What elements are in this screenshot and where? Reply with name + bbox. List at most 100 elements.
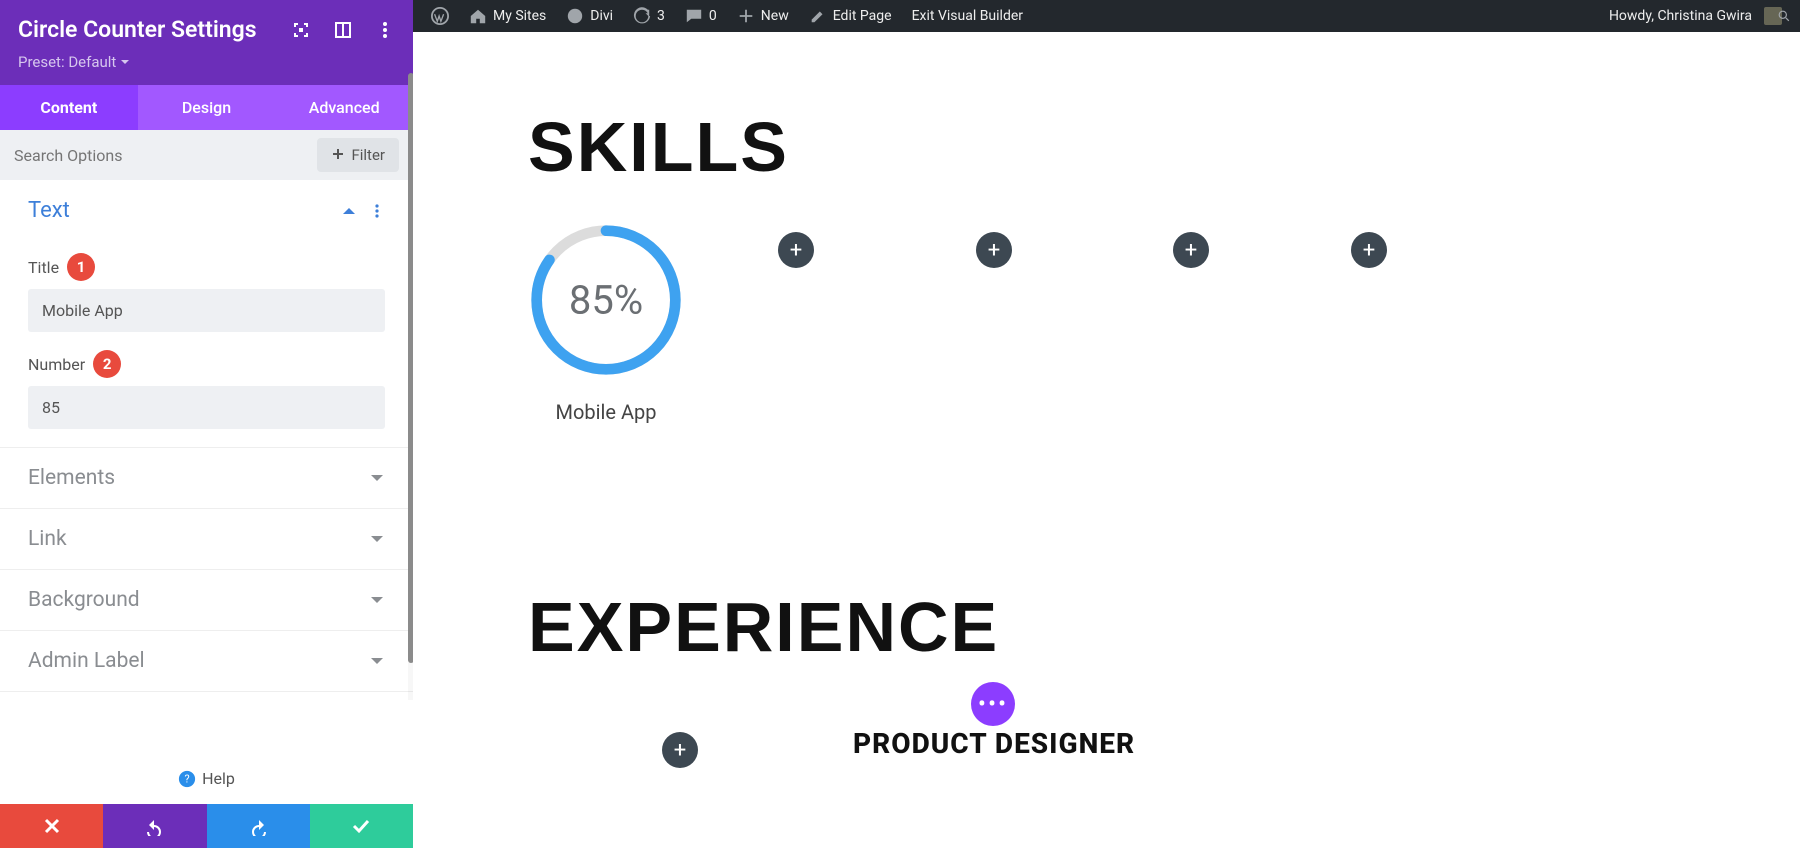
group-header-background[interactable]: Background	[0, 570, 413, 630]
my-sites-label: My Sites	[493, 8, 546, 24]
howdy-label: Howdy, Christina Gwira	[1609, 8, 1752, 24]
circle-counter-label: Mobile App	[521, 400, 691, 424]
add-module-button[interactable]: +	[1351, 232, 1387, 268]
filter-label: Filter	[351, 146, 385, 164]
undo-button[interactable]	[103, 804, 206, 848]
group-link: Link	[0, 509, 413, 570]
filter-button[interactable]: Filter	[317, 138, 399, 172]
tab-content[interactable]: Content	[0, 85, 138, 130]
add-module-button[interactable]: +	[976, 232, 1012, 268]
heading-product-designer: PRODUCT DESIGNER	[853, 727, 1135, 760]
chevron-up-icon	[341, 203, 357, 219]
edit-page-label: Edit Page	[833, 8, 892, 24]
wp-logo[interactable]	[421, 0, 459, 32]
title-input[interactable]	[28, 289, 385, 332]
circle-counter-module[interactable]: 85% Mobile App	[521, 220, 691, 424]
exit-builder-label: Exit Visual Builder	[912, 8, 1023, 24]
chevron-down-icon	[369, 653, 385, 669]
comment-icon	[685, 7, 703, 25]
plus-icon: +	[1185, 238, 1197, 263]
plus-icon	[737, 7, 755, 25]
wp-admin-bar: My Sites Divi 3 0 New Edit Page Exit Vis…	[413, 0, 1800, 32]
close-icon	[42, 816, 62, 836]
panel-title: Circle Counter Settings	[18, 16, 291, 43]
new-label: New	[761, 8, 789, 24]
admin-search[interactable]	[1768, 0, 1800, 32]
plus-icon: +	[1363, 238, 1375, 263]
heading-skills: SKILLS	[528, 107, 789, 187]
search-icon	[1778, 7, 1790, 25]
new-link[interactable]: New	[727, 0, 799, 32]
save-button[interactable]	[310, 804, 413, 848]
kebab-icon[interactable]	[375, 20, 395, 40]
group-header-elements[interactable]: Elements	[0, 448, 413, 508]
help-link[interactable]: ? Help	[0, 753, 413, 804]
edit-page-link[interactable]: Edit Page	[799, 0, 902, 32]
cancel-button[interactable]	[0, 804, 103, 848]
svg-text:?: ?	[185, 772, 190, 785]
plus-icon: +	[988, 238, 1000, 263]
comments-link[interactable]: 0	[675, 0, 727, 32]
caret-down-icon	[120, 57, 130, 67]
home-icon	[469, 7, 487, 25]
settings-panel: Circle Counter Settings Preset: Default …	[0, 0, 413, 848]
field-title-block: Title 1 Number 2	[0, 241, 413, 447]
heading-experience: EXPERIENCE	[528, 587, 999, 667]
divi-link[interactable]: Divi	[556, 0, 623, 32]
tab-advanced[interactable]: Advanced	[275, 85, 413, 130]
group-header-admin-label[interactable]: Admin Label	[0, 631, 413, 691]
group-title-admin-label: Admin Label	[28, 649, 369, 673]
group-title-background: Background	[28, 588, 369, 612]
check-icon	[351, 816, 371, 836]
howdy-link[interactable]: Howdy, Christina Gwira	[1599, 0, 1792, 32]
circle-percent-text: 85%	[569, 276, 643, 323]
panel-tabs: Content Design Advanced	[0, 85, 413, 130]
group-header-text[interactable]: Text	[0, 180, 413, 241]
kebab-icon[interactable]	[369, 203, 385, 219]
circle-counter-svg: 85%	[526, 220, 686, 380]
search-row: Filter	[0, 130, 413, 180]
redo-icon	[248, 816, 268, 836]
preview-canvas: SKILLS 85% Mobile App + + + + EXPERIENCE…	[413, 32, 1800, 848]
callout-2: 2	[93, 350, 121, 378]
field-label-title: Title	[28, 258, 59, 277]
group-title-elements: Elements	[28, 466, 369, 490]
updates-link[interactable]: 3	[623, 0, 675, 32]
panel-footer	[0, 804, 413, 848]
divi-label: Divi	[590, 8, 613, 24]
add-module-button[interactable]: +	[778, 232, 814, 268]
undo-icon	[145, 816, 165, 836]
redo-button[interactable]	[207, 804, 310, 848]
group-title-text: Text	[28, 198, 341, 223]
callout-1: 1	[67, 253, 95, 281]
chevron-down-icon	[369, 470, 385, 486]
wordpress-icon	[431, 7, 449, 25]
group-elements: Elements	[0, 448, 413, 509]
preset-label: Preset: Default	[18, 53, 116, 71]
add-module-button[interactable]: +	[662, 732, 698, 768]
group-admin-label: Admin Label	[0, 631, 413, 692]
divi-icon	[566, 7, 584, 25]
number-input[interactable]	[28, 386, 385, 429]
tab-design[interactable]: Design	[138, 85, 276, 130]
columns-icon[interactable]	[333, 20, 353, 40]
add-module-button[interactable]: +	[1173, 232, 1209, 268]
updates-count: 3	[657, 8, 665, 24]
exit-builder-link[interactable]: Exit Visual Builder	[902, 0, 1033, 32]
my-sites-link[interactable]: My Sites	[459, 0, 556, 32]
module-more-button[interactable]: •••	[971, 682, 1015, 726]
group-text: Text Title 1 Number 2	[0, 180, 413, 448]
group-title-link: Link	[28, 527, 369, 551]
chevron-down-icon	[369, 531, 385, 547]
plus-icon	[331, 148, 345, 162]
preset-dropdown[interactable]: Preset: Default	[18, 53, 395, 71]
search-input[interactable]	[14, 146, 317, 165]
comments-count: 0	[709, 8, 717, 24]
field-label-number: Number	[28, 355, 85, 374]
group-header-link[interactable]: Link	[0, 509, 413, 569]
refresh-icon	[633, 7, 651, 25]
help-label: Help	[202, 769, 235, 788]
chevron-down-icon	[369, 592, 385, 608]
plus-icon: +	[790, 238, 802, 263]
snap-icon[interactable]	[291, 20, 311, 40]
